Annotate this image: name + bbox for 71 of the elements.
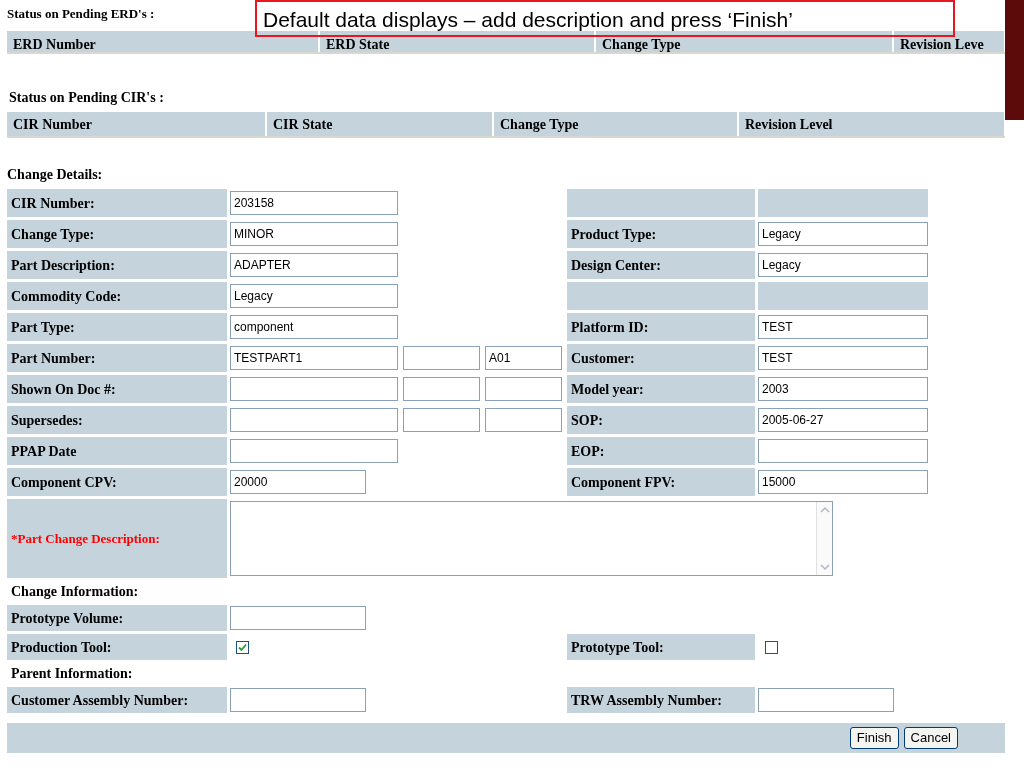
field-label: TRW Assembly Number:: [567, 687, 755, 713]
form-button[interactable]: Cancel: [903, 727, 958, 749]
field-label: Shown On Doc #:: [7, 375, 227, 403]
field-label: Prototype Tool:: [567, 634, 755, 660]
input-field[interactable]: [230, 606, 366, 630]
section-title: Change Details:: [7, 166, 104, 184]
field-label: Change Type:: [7, 220, 227, 248]
input-field[interactable]: [230, 439, 398, 463]
field-label: *Part Change Description:: [7, 499, 227, 578]
field-label: Component CPV:: [7, 468, 227, 496]
input-field[interactable]: [758, 439, 928, 463]
field-label: Prototype Volume:: [7, 605, 227, 631]
scrollbar[interactable]: [816, 502, 832, 575]
input-field[interactable]: TEST: [758, 315, 928, 339]
field-label: Design Center:: [567, 251, 755, 279]
field-label: Production Tool:: [7, 634, 227, 660]
input-field[interactable]: [403, 377, 480, 401]
input-field[interactable]: Legacy: [758, 253, 928, 277]
input-field[interactable]: 2005-06-27: [758, 408, 928, 432]
input-field[interactable]: 2003: [758, 377, 928, 401]
checkbox[interactable]: [236, 640, 249, 654]
field-label: Commodity Code:: [7, 282, 227, 310]
input-field[interactable]: 203158: [230, 191, 398, 215]
field-label: Part Number:: [7, 344, 227, 372]
input-field[interactable]: TESTPART1: [230, 346, 398, 370]
column-header: Change Type: [494, 112, 737, 136]
field-label: Model year:: [567, 375, 755, 403]
input-field[interactable]: 20000: [230, 470, 366, 494]
field-label: Part Description:: [7, 251, 227, 279]
column-header: Revision Level: [739, 112, 1004, 136]
input-field[interactable]: [485, 377, 562, 401]
input-field[interactable]: [403, 408, 480, 432]
input-field[interactable]: [403, 346, 480, 370]
input-field[interactable]: MINOR: [230, 222, 398, 246]
field-label: EOP:: [567, 437, 755, 465]
field-label: SOP:: [567, 406, 755, 434]
field-label: Product Type:: [567, 220, 755, 248]
callout-box: Default data displays – add description and press ‘Finish’: [255, 0, 955, 37]
input-field[interactable]: [758, 688, 894, 712]
section-title: Status on Pending CIR's :: [8, 89, 165, 107]
field-label: CIR Number:: [7, 189, 227, 217]
field-label: PPAP Date: [7, 437, 227, 465]
field-label: Supersedes:: [7, 406, 227, 434]
field-label: Part Type:: [7, 313, 227, 341]
column-header: Revision Leve: [894, 31, 1004, 52]
input-field[interactable]: Legacy: [230, 284, 398, 308]
input-field[interactable]: TEST: [758, 346, 928, 370]
section-title: Parent Information:: [10, 665, 134, 683]
field-label: Platform ID:: [567, 313, 755, 341]
input-field[interactable]: [230, 408, 398, 432]
input-field[interactable]: component: [230, 315, 398, 339]
field-label: Component FPV:: [567, 468, 755, 496]
column-header: CIR State: [267, 112, 492, 136]
column-header: Change Type: [596, 31, 892, 52]
input-field[interactable]: [230, 688, 366, 712]
field-label: Customer Assembly Number:: [7, 687, 227, 713]
checkbox[interactable]: [765, 640, 778, 654]
section-title: Change Information:: [10, 583, 140, 601]
form-button[interactable]: Finish: [849, 727, 899, 749]
input-field[interactable]: A01: [485, 346, 562, 370]
text-area[interactable]: [230, 501, 833, 576]
section-title: Status on Pending ERD's :: [7, 5, 155, 23]
input-field[interactable]: [485, 408, 562, 432]
input-field[interactable]: 15000: [758, 470, 928, 494]
input-field[interactable]: Legacy: [758, 222, 928, 246]
column-header: ERD State: [320, 31, 594, 52]
column-header: CIR Number: [7, 112, 265, 136]
input-field[interactable]: ADAPTER: [230, 253, 398, 277]
input-field[interactable]: [230, 377, 398, 401]
field-label: Customer:: [567, 344, 755, 372]
column-header: ERD Number: [7, 31, 318, 52]
